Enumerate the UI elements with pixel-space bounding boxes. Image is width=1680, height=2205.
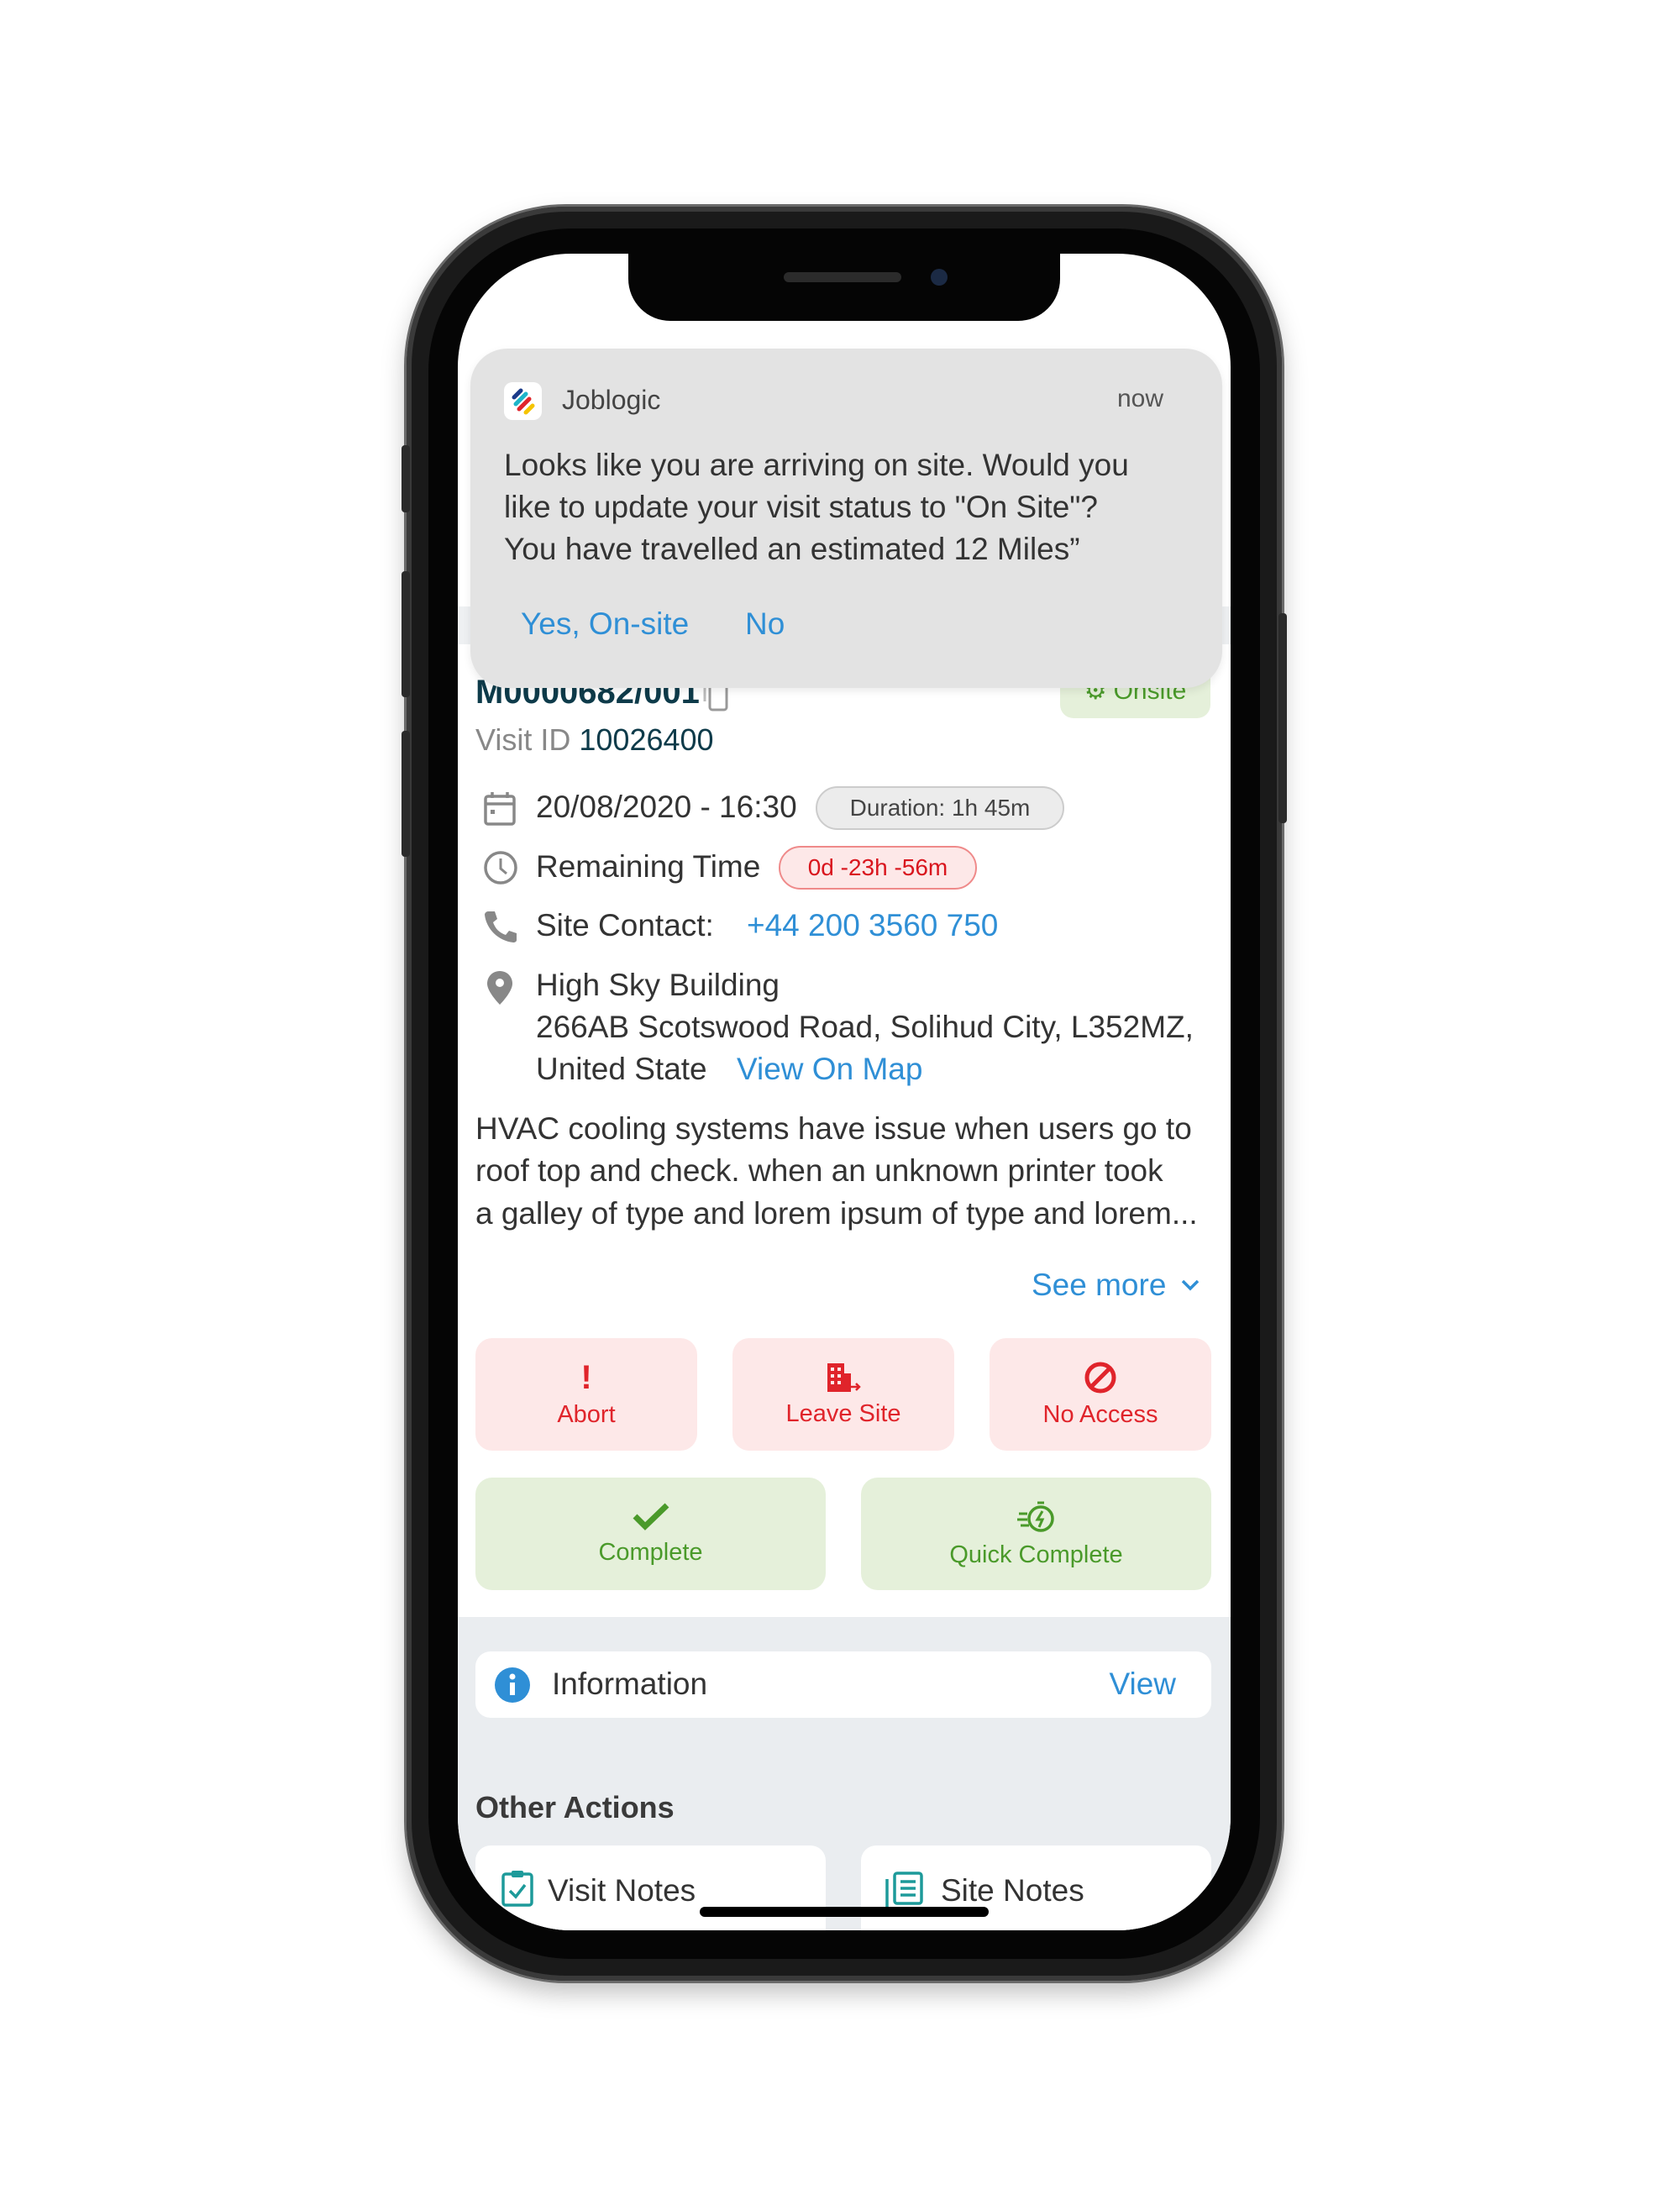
notification-message-line-1: Looks like you are arriving on site. Wou… — [504, 448, 1129, 482]
push-notification[interactable]: Joblogic now Looks like you are arriving… — [470, 349, 1222, 688]
description-line-1: HVAC cooling systems have issue when use… — [475, 1111, 1192, 1146]
visit-id: Visit ID 10026400 — [475, 722, 714, 757]
abort-button[interactable]: ! Abort — [475, 1338, 697, 1451]
info-icon — [495, 1667, 530, 1703]
notification-message-line-3: You have travelled an estimated 12 Miles… — [504, 532, 1080, 566]
description-line-3: a galley of type and lorem ipsum of type… — [475, 1196, 1198, 1231]
front-camera — [931, 269, 948, 286]
duration-pill: Duration: 1h 45m — [816, 786, 1064, 830]
site-contact-phone-link[interactable]: +44 200 3560 750 — [747, 908, 998, 943]
address-line-3: United State — [536, 1052, 707, 1086]
address-line-1: High Sky Building — [536, 968, 780, 1002]
other-actions-title: Other Actions — [475, 1790, 675, 1824]
checkmark-icon — [633, 1502, 669, 1530]
power-button — [1278, 613, 1287, 823]
no-button[interactable]: No — [745, 606, 785, 642]
quick-complete-button[interactable]: Quick Complete — [861, 1478, 1211, 1590]
information-label: Information — [552, 1667, 708, 1701]
speaker-grille — [784, 272, 901, 282]
notes-list-icon — [885, 1872, 923, 1908]
volume-up-button — [402, 571, 410, 697]
site-contact-label: Site Contact: — [536, 908, 714, 942]
information-view-link[interactable]: View — [1109, 1667, 1176, 1702]
complete-button[interactable]: Complete — [475, 1478, 826, 1590]
mute-switch — [402, 445, 410, 512]
screen: M0000682/001 ⚙ Onsite Visit ID 10026400 2… — [458, 254, 1231, 1930]
leave-site-button[interactable]: Leave Site — [732, 1338, 954, 1451]
address-line-2: 266AB Scotswood Road, Solihud City, L352… — [536, 1010, 1194, 1044]
information-row[interactable]: Information View — [475, 1651, 1211, 1718]
visit-datetime: 20/08/2020 - 16:30 — [536, 790, 797, 824]
notification-message-line-2: like to update your visit status to "On … — [504, 490, 1099, 524]
remaining-pill: 0d -23h -56m — [779, 846, 977, 890]
prohibited-icon — [1084, 1362, 1116, 1393]
view-on-map-link[interactable]: View On Map — [737, 1052, 922, 1087]
clipboard-check-icon — [501, 1871, 533, 1907]
see-more-button[interactable]: See more — [1032, 1268, 1200, 1303]
volume-down-button — [402, 731, 410, 857]
clock-icon — [484, 851, 517, 885]
location-pin-icon — [487, 971, 512, 1005]
visit-notes-card[interactable]: Visit Notes — [475, 1845, 826, 1930]
description-line-2: roof top and check. when an unknown prin… — [475, 1153, 1163, 1188]
yes-on-site-button[interactable]: Yes, On-site — [521, 606, 689, 642]
no-access-button[interactable]: No Access — [990, 1338, 1211, 1451]
site-notes-label: Site Notes — [941, 1873, 1084, 1908]
fast-stopwatch-icon — [1016, 1501, 1054, 1532]
remaining-label: Remaining Time — [536, 849, 761, 884]
exclamation-icon: ! — [580, 1358, 592, 1396]
site-notes-card[interactable]: Site Notes — [861, 1845, 1211, 1930]
chevron-down-icon — [1182, 1279, 1200, 1291]
visit-notes-label: Visit Notes — [548, 1873, 696, 1908]
notch — [628, 254, 1060, 321]
calendar-icon — [484, 792, 516, 826]
phone-icon — [485, 911, 517, 942]
joblogic-logo-icon — [504, 382, 542, 420]
notification-time: now — [1116, 385, 1163, 412]
notification-app-name: Joblogic — [562, 385, 661, 415]
home-indicator[interactable] — [700, 1907, 989, 1917]
building-exit-icon — [827, 1362, 861, 1392]
